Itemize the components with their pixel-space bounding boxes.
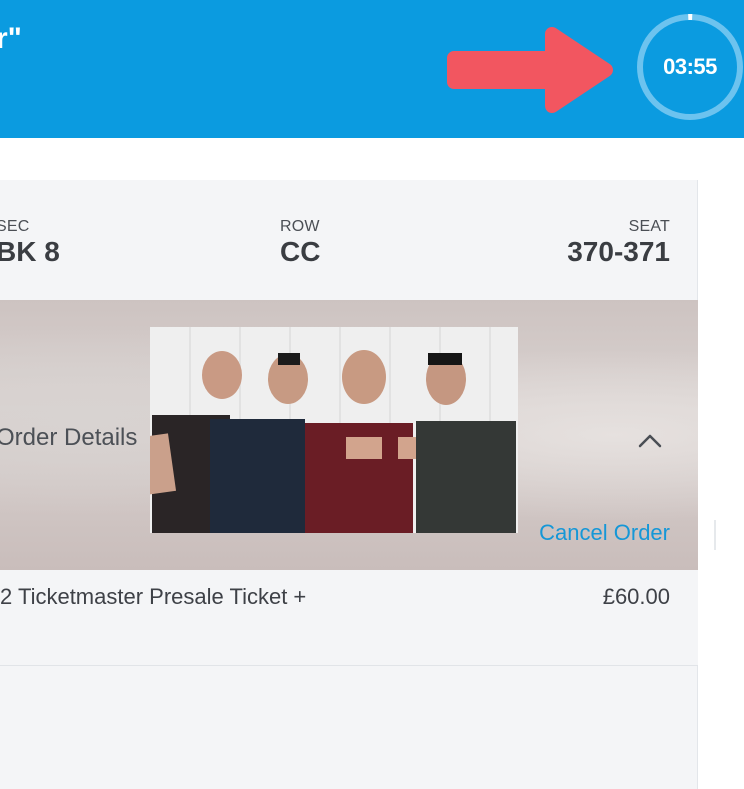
- row-label: ROW: [280, 218, 320, 235]
- seat-value: 370-371: [567, 236, 670, 267]
- page-title: r": [0, 22, 22, 55]
- side-divider: [714, 520, 716, 550]
- cancel-order-link[interactable]: Cancel Order: [539, 520, 670, 546]
- row-group: ROW CC: [280, 218, 320, 266]
- seat-label: SEAT: [628, 218, 670, 235]
- countdown-timer: 03:55: [636, 11, 744, 123]
- seat-info: SEC BK 8 ROW CC SEAT 370-371: [0, 180, 698, 300]
- arrow-right-icon: [447, 27, 613, 113]
- sec-label: SEC: [0, 218, 30, 235]
- sec-value: BK 8: [0, 236, 60, 267]
- sec-group: SEC BK 8: [0, 218, 60, 266]
- ticket-line-item: 2 Ticketmaster Presale Ticket +: [0, 584, 307, 609]
- event-photo: [150, 327, 518, 533]
- order-details-title: Order Details: [0, 424, 138, 451]
- seat-group: SEAT 370-371: [567, 218, 670, 266]
- row-value: CC: [280, 236, 321, 267]
- chevron-up-icon[interactable]: [638, 432, 662, 448]
- performers-image: [150, 327, 518, 533]
- top-bar: r" 03:55: [0, 0, 744, 138]
- spacer: [0, 138, 744, 180]
- ticket-card: SEC BK 8 ROW CC SEAT 370-371: [0, 180, 698, 789]
- ticket-price: £60.00: [602, 584, 670, 609]
- timer-text: 03:55: [663, 54, 717, 79]
